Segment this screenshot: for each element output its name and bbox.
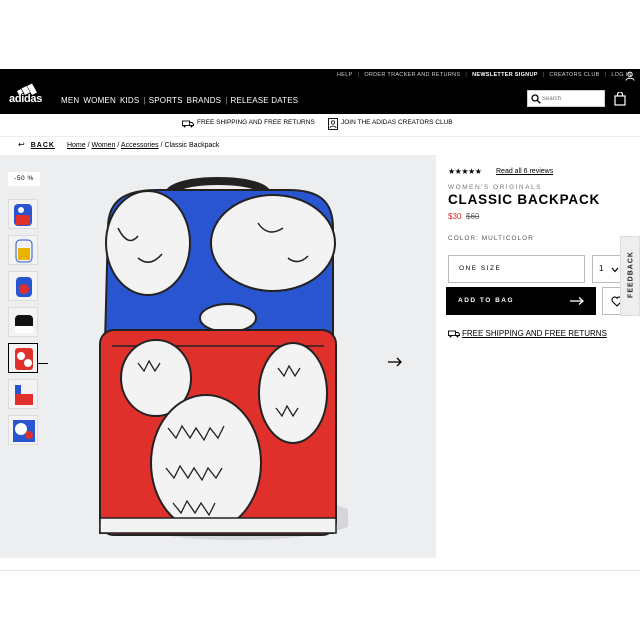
discount-badge: -50 %: [8, 172, 40, 186]
thumbnail-7[interactable]: [8, 415, 38, 445]
free-shipping-promo[interactable]: FREE SHIPPING AND FREE RETURNS: [197, 119, 315, 126]
sale-price: $30: [448, 212, 462, 221]
membership-card-icon: [328, 118, 338, 130]
truck-icon: [182, 120, 194, 128]
selected-thumbnail-indicator: [38, 363, 48, 364]
divider: [0, 570, 640, 571]
breadcrumb: ↩ BACK Home / Women / Accessories / Classi…: [18, 140, 220, 149]
nav-release-dates[interactable]: RELEASE DATES: [231, 96, 299, 105]
thumbnail-image: [16, 277, 32, 297]
breadcrumb-women[interactable]: Women: [91, 142, 115, 149]
thumbnail-6[interactable]: [8, 379, 38, 409]
thumbnail-image: [14, 204, 32, 226]
free-shipping-link[interactable]: FREE SHIPPING AND FREE RETURNS: [462, 329, 607, 338]
backpack-product-image: [98, 177, 348, 540]
brand-wordmark: adidas: [9, 93, 43, 105]
nav-brands[interactable]: BRANDS: [187, 96, 222, 105]
nav-sports[interactable]: SPORTS: [149, 96, 183, 105]
thumbnail-5[interactable]: [8, 343, 38, 373]
quantity-value: 1: [599, 264, 604, 273]
thumbnail-image: [13, 420, 35, 442]
back-link[interactable]: BACK: [31, 142, 55, 149]
rating-stars: ★★★★★: [448, 167, 482, 176]
read-reviews-link[interactable]: Read all 6 reviews: [496, 168, 553, 175]
search-box[interactable]: [527, 90, 605, 107]
chevron-down-icon: [611, 267, 619, 273]
order-tracker-link[interactable]: ORDER TRACKER AND RETURNS: [364, 72, 460, 78]
next-image-arrow-icon[interactable]: [386, 355, 404, 369]
add-to-bag-button[interactable]: ADD TO BAG: [446, 287, 596, 315]
breadcrumb-current: Classic Backpack: [164, 142, 220, 149]
thumbnail-2[interactable]: [8, 235, 38, 265]
thumbnail-3[interactable]: [8, 271, 38, 301]
utility-nav: HELP | ORDER TRACKER AND RETURNS | NEWSLETTE…: [337, 72, 632, 78]
newsletter-signup-link[interactable]: NEWSLETTER SIGNUP: [472, 72, 538, 78]
adidas-logo[interactable]: adidas: [9, 78, 50, 106]
nav-women[interactable]: WOMEN: [83, 96, 116, 105]
shopping-bag-icon[interactable]: [614, 92, 626, 106]
arrow-right-icon: [570, 297, 584, 305]
feedback-tab[interactable]: FEEDBACK: [620, 236, 640, 316]
main-nav: MEN WOMEN KIDS | SPORTS BRANDS | RELEASE DATES: [61, 96, 299, 105]
thumbnail-1[interactable]: [8, 199, 38, 229]
help-link[interactable]: HELP: [337, 72, 353, 78]
original-price: $60: [466, 212, 480, 221]
search-icon: [531, 94, 541, 104]
add-to-bag-label: ADD TO BAG: [458, 297, 515, 304]
user-icon[interactable]: [625, 71, 635, 81]
breadcrumb-accessories[interactable]: Accessories: [121, 142, 159, 149]
creators-club-promo[interactable]: JOIN THE ADIDAS CREATORS CLUB: [341, 119, 453, 126]
search-input[interactable]: [542, 92, 602, 105]
thumbnail-image: [15, 239, 33, 263]
nav-men[interactable]: MEN: [61, 96, 79, 105]
product-title: CLASSIC BACKPACK: [448, 192, 601, 207]
creators-club-link[interactable]: CREATORS CLUB: [549, 72, 599, 78]
thumbnail-image: [15, 348, 33, 370]
thumbnail-image: [15, 385, 33, 405]
divider: [0, 136, 640, 137]
feedback-label: FEEDBACK: [627, 251, 635, 298]
nav-kids[interactable]: KIDS: [120, 96, 139, 105]
size-selector[interactable]: ONE SIZE: [448, 255, 585, 283]
product-category: WOMEN'S ORIGINALS: [448, 184, 542, 191]
truck-icon: [448, 330, 460, 338]
product-color: COLOR: MULTICOLOR: [448, 235, 534, 242]
thumbnail-4[interactable]: [8, 307, 38, 337]
thumbnail-image: [15, 315, 33, 333]
back-arrow-icon[interactable]: ↩: [18, 140, 25, 149]
breadcrumb-home[interactable]: Home: [67, 142, 86, 149]
